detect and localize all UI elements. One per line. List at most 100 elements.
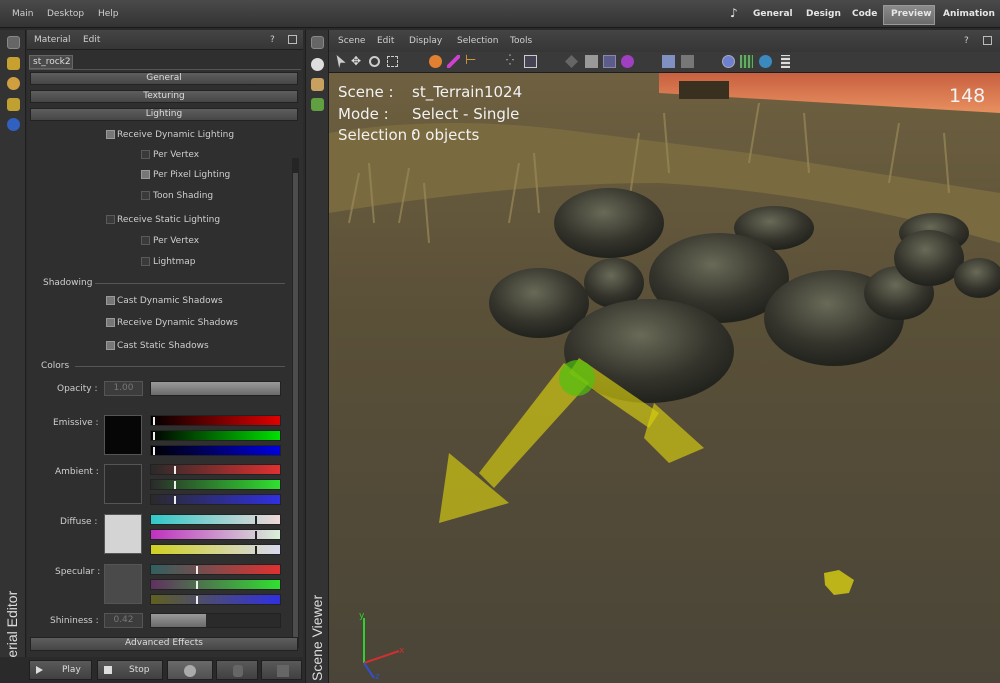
menu-material[interactable]: Material [34,35,71,45]
rotate-icon[interactable] [369,56,380,67]
tab-st-rock2[interactable]: st_rock2 [29,55,73,69]
slider-thumb[interactable] [153,447,155,455]
palette-icon[interactable] [7,57,20,70]
scene-viewport[interactable]: y x z Scene : st_Terrain1024 Mode : Sele… [329,73,1000,683]
opacity-slider[interactable] [150,381,281,396]
slider-thumb[interactable] [196,581,198,589]
slider-thumb[interactable] [174,481,176,489]
specular-red-slider[interactable] [150,564,281,575]
menu-scene[interactable]: Scene [338,36,365,46]
diffuse-swatch[interactable] [104,514,142,554]
section-lighting[interactable]: Lighting [30,108,298,121]
shininess-input[interactable]: 0.42 [104,613,143,628]
menu-desktop[interactable]: Desktop [47,9,84,19]
menu-scene-edit[interactable]: Edit [377,36,394,46]
tab-animation[interactable]: Animation [943,9,995,19]
material-scrollbar[interactable] [292,158,299,648]
tab-preview[interactable]: Preview [891,9,932,19]
emissive-green-slider[interactable] [150,430,281,441]
specular-blue-slider[interactable] [150,594,281,605]
slider-thumb[interactable] [174,466,176,474]
film-strip-icon[interactable] [781,55,790,68]
camera-icon[interactable] [311,78,324,91]
grid-select-icon[interactable] [524,55,537,68]
emissive-red-slider[interactable] [150,415,281,426]
stop-button[interactable]: Stop [97,660,163,680]
ambient-red-slider[interactable] [150,464,281,475]
menu-display[interactable]: Display [409,36,442,46]
slider-thumb[interactable] [255,516,257,524]
section-texturing[interactable]: Texturing [30,90,298,103]
menu-help[interactable]: Help [98,9,119,19]
settings-gear-icon[interactable] [621,55,634,68]
menu-edit[interactable]: Edit [83,35,100,45]
select-arrow-icon[interactable] [336,55,346,68]
slider-thumb[interactable] [153,432,155,440]
vertex-icon[interactable]: ⁛ [506,55,519,68]
cube-preview-button[interactable] [261,660,302,680]
checkbox-receive-static-lighting[interactable] [106,215,115,224]
ambient-green-slider[interactable] [150,479,281,490]
scene-maximize-icon[interactable] [983,36,992,45]
wireframe-grid-icon[interactable] [740,55,753,68]
camera-view-icon[interactable] [681,55,694,68]
diffuse-green-slider[interactable] [150,529,281,540]
emissive-swatch[interactable] [104,415,142,455]
menu-selection[interactable]: Selection [457,36,498,46]
sphere-preview-button[interactable] [167,660,213,680]
specular-green-slider[interactable] [150,579,281,590]
specular-swatch[interactable] [104,564,142,604]
scale-icon[interactable] [387,56,398,67]
lightbulb-icon[interactable] [7,77,20,90]
slider-thumb[interactable] [255,531,257,539]
scene-help-button[interactable]: ? [964,36,969,46]
diffuse-red-slider[interactable] [150,514,281,525]
checkbox-cast-dynamic-shadows[interactable] [106,296,115,305]
play-button[interactable]: Play [29,660,92,680]
music-icon[interactable]: ♪ [730,6,738,20]
slider-thumb[interactable] [196,566,198,574]
shaded-sphere-icon[interactable] [722,55,735,68]
diffuse-blue-slider[interactable] [150,544,281,555]
material-icon[interactable] [603,55,616,68]
cube-view-icon[interactable] [662,55,675,68]
ambient-swatch[interactable] [104,464,142,504]
slider-thumb[interactable] [255,546,257,554]
tab-general[interactable]: General [753,9,793,19]
help-button[interactable]: ? [270,35,275,45]
tab-design[interactable]: Design [806,9,841,19]
group-icon[interactable] [585,55,598,68]
panel-toggle-icon[interactable] [311,36,324,49]
opacity-input[interactable]: 1.00 [104,381,143,396]
slider-thumb[interactable] [174,496,176,504]
checkbox-per-vertex[interactable] [141,150,150,159]
checkbox-per-vertex-static[interactable] [141,236,150,245]
emissive-blue-slider[interactable] [150,445,281,456]
checkbox-per-pixel-lighting[interactable] [141,170,150,179]
section-general[interactable]: General [30,72,298,85]
checkbox-lightmap[interactable] [141,257,150,266]
cylinder-preview-button[interactable] [216,660,258,680]
move-icon[interactable]: ✥ [351,55,364,68]
checkbox-receive-dynamic-lighting[interactable] [106,130,115,139]
tab-code[interactable]: Code [852,9,877,19]
scrollbar-thumb[interactable] [293,173,298,638]
globe-icon[interactable] [7,118,20,131]
slider-thumb[interactable] [153,417,155,425]
globe-view-icon[interactable] [759,55,772,68]
checkbox-toon-shading[interactable] [141,191,150,200]
ruler-icon[interactable]: ⊢ [465,54,478,68]
shininess-slider[interactable] [150,613,281,628]
slider-thumb[interactable] [196,596,198,604]
checkbox-cast-static-shadows[interactable] [106,341,115,350]
plus-icon[interactable] [311,98,324,111]
menu-main[interactable]: Main [12,9,34,19]
paint-icon[interactable] [429,55,442,68]
menu-tools[interactable]: Tools [510,36,532,46]
hierarchy-icon[interactable] [565,55,578,68]
section-advanced-effects[interactable]: Advanced Effects [30,637,298,651]
eye-icon[interactable] [311,58,324,71]
checkbox-receive-dynamic-shadows[interactable] [106,318,115,327]
brush-icon[interactable] [7,98,20,111]
ambient-blue-slider[interactable] [150,494,281,505]
